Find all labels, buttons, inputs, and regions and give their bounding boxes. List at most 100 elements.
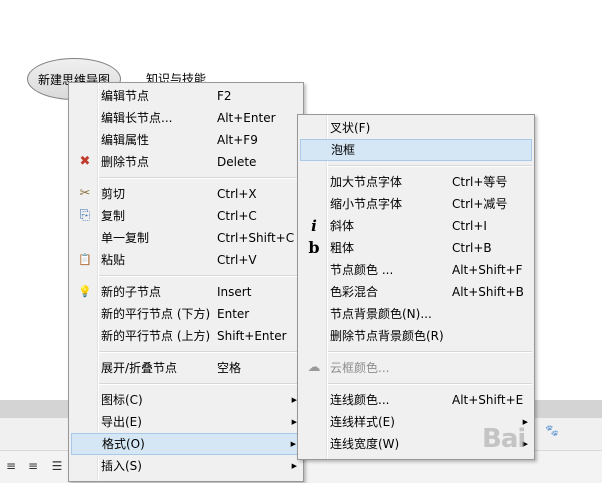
submenu-bold[interactable]: b 粗体 Ctrl+B	[300, 237, 532, 259]
menu-item-shortcut: Ctrl+V	[217, 253, 257, 267]
menu-separator	[99, 275, 301, 277]
menu-item-label: 编辑节点	[101, 89, 150, 103]
menu-item-label: 导出(E)	[101, 415, 142, 429]
menu-edit-attributes[interactable]: 编辑属性 Alt+F9	[71, 129, 301, 151]
menu-item-label: 斜体	[330, 219, 355, 233]
menu-item-shortcut: Ctrl+Shift+C	[217, 231, 295, 245]
menu-edit-long-node[interactable]: 编辑长节点... Alt+Enter	[71, 107, 301, 129]
menu-item-label: 连线颜色...	[330, 393, 390, 407]
menu-toggle-fold[interactable]: 展开/折叠节点 空格	[71, 357, 301, 379]
menu-item-label: 复制	[101, 209, 126, 223]
copy-icon: ⎘	[79, 208, 91, 223]
menu-item-label: 泡框	[331, 143, 356, 157]
menu-separator	[328, 383, 532, 385]
submenu-node-color[interactable]: 节点颜色 ... Alt+Shift+F	[300, 259, 532, 281]
submenu-fork-style[interactable]: 叉状(F)	[300, 117, 532, 139]
menu-item-label: 粘贴	[101, 253, 126, 267]
menu-item-label: 缩小节点字体	[330, 197, 403, 211]
italic-icon: i	[311, 217, 317, 235]
menu-item-label: 新的平行节点 (上方)	[101, 329, 211, 343]
menu-item-label: 加大节点字体	[330, 175, 403, 189]
menu-separator	[99, 177, 301, 179]
submenu-arrow-icon: ▶	[290, 440, 296, 448]
menu-separator	[99, 351, 301, 353]
submenu-italic[interactable]: i 斜体 Ctrl+I	[300, 215, 532, 237]
menu-item-label: 粗体	[330, 241, 355, 255]
menu-paste[interactable]: 📋 粘贴 Ctrl+V	[71, 249, 301, 271]
menu-separator	[99, 383, 301, 385]
menu-item-label: 云框颜色...	[330, 361, 390, 375]
submenu-cloud-color: ☁ 云框颜色...	[300, 357, 532, 379]
menu-item-shortcut: Enter	[217, 307, 250, 321]
menu-item-label: 剪切	[101, 187, 126, 201]
menu-edit-node[interactable]: 编辑节点 F2	[71, 85, 301, 107]
menu-format-submenu[interactable]: 格式(O) ▶	[71, 433, 301, 455]
menu-icons-submenu[interactable]: 图标(C) ▶	[71, 389, 301, 411]
align-left-icon[interactable]: ≡	[4, 459, 18, 473]
menu-item-label: 连线样式(E)	[330, 415, 395, 429]
menu-item-shortcut: Alt+Enter	[217, 111, 276, 125]
menu-item-label: 编辑属性	[101, 133, 150, 147]
submenu-remove-node-bg-color[interactable]: 删除节点背景颜色(R)	[300, 325, 532, 347]
cloud-icon: ☁	[307, 360, 321, 375]
menu-item-shortcut: Alt+Shift+B	[452, 285, 524, 299]
menu-item-shortcut: Ctrl+减号	[452, 197, 508, 211]
submenu-bubble-style[interactable]: 泡框	[300, 139, 532, 161]
submenu-increase-font[interactable]: 加大节点字体 Ctrl+等号	[300, 171, 532, 193]
menu-item-label: 删除节点背景颜色(R)	[330, 329, 444, 343]
menu-item-shortcut: Alt+F9	[217, 133, 258, 147]
menu-new-sibling-above[interactable]: 新的平行节点 (上方) Shift+Enter	[71, 325, 301, 347]
menu-item-shortcut: Shift+Enter	[217, 329, 287, 343]
menu-item-label: 新的平行节点 (下方)	[101, 307, 211, 321]
menu-item-label: 删除节点	[101, 155, 150, 169]
menu-item-label: 格式(O)	[102, 437, 145, 451]
menu-copy[interactable]: ⎘ 复制 Ctrl+C	[71, 205, 301, 227]
menu-separator	[328, 351, 532, 353]
bold-icon: b	[308, 238, 320, 257]
context-menu: 编辑节点 F2 编辑长节点... Alt+Enter 编辑属性 Alt+F9 ✖…	[68, 82, 304, 482]
menu-item-shortcut: F2	[217, 89, 232, 103]
delete-icon: ✖	[79, 154, 91, 169]
menu-item-label: 色彩混合	[330, 285, 379, 299]
menu-item-label: 节点颜色 ...	[330, 263, 394, 277]
menu-item-shortcut: Ctrl+B	[452, 241, 492, 255]
menu-item-label: 编辑长节点...	[101, 111, 173, 125]
menu-single-copy[interactable]: 单一复制 Ctrl+Shift+C	[71, 227, 301, 249]
watermark-paw-icon: 🐾	[545, 424, 559, 437]
menu-item-shortcut: Ctrl+C	[217, 209, 257, 223]
menu-item-label: 图标(C)	[101, 393, 143, 407]
menu-item-shortcut: Ctrl+等号	[452, 175, 508, 189]
menu-separator	[328, 165, 532, 167]
scissors-icon: ✂	[79, 186, 91, 201]
submenu-node-bg-color[interactable]: 节点背景颜色(N)...	[300, 303, 532, 325]
paste-icon: 📋	[78, 253, 92, 266]
format-submenu: 叉状(F) 泡框 加大节点字体 Ctrl+等号 缩小节点字体 Ctrl+减号 i…	[297, 114, 535, 460]
list-icon[interactable]: ☰	[50, 459, 64, 473]
menu-item-shortcut: 空格	[217, 361, 242, 375]
menu-item-label: 新的子节点	[101, 285, 162, 299]
menu-item-label: 单一复制	[101, 231, 150, 245]
menu-cut[interactable]: ✂ 剪切 Ctrl+X	[71, 183, 301, 205]
menu-item-shortcut: Insert	[217, 285, 252, 299]
menu-item-shortcut: Alt+Shift+E	[452, 393, 524, 407]
menu-new-child-node[interactable]: 💡 新的子节点 Insert	[71, 281, 301, 303]
menu-export-submenu[interactable]: 导出(E) ▶	[71, 411, 301, 433]
submenu-color-blend[interactable]: 色彩混合 Alt+Shift+B	[300, 281, 532, 303]
menu-item-shortcut: Ctrl+I	[452, 219, 487, 233]
menu-item-label: 展开/折叠节点	[101, 361, 178, 375]
menu-item-label: 叉状(F)	[330, 121, 371, 135]
menu-new-sibling-below[interactable]: 新的平行节点 (下方) Enter	[71, 303, 301, 325]
menu-delete-node[interactable]: ✖ 删除节点 Delete	[71, 151, 301, 173]
menu-item-label: 节点背景颜色(N)...	[330, 307, 432, 321]
submenu-edge-color[interactable]: 连线颜色... Alt+Shift+E	[300, 389, 532, 411]
menu-item-shortcut: Alt+Shift+F	[452, 263, 523, 277]
menu-insert-submenu[interactable]: 插入(S) ▶	[71, 455, 301, 477]
submenu-decrease-font[interactable]: 缩小节点字体 Ctrl+减号	[300, 193, 532, 215]
lightbulb-icon: 💡	[78, 285, 92, 298]
watermark-logo: Bai	[482, 424, 526, 454]
align-right-icon[interactable]: ≡	[26, 459, 40, 473]
menu-item-label: 插入(S)	[101, 459, 142, 473]
menu-item-shortcut: Delete	[217, 155, 257, 169]
menu-item-shortcut: Ctrl+X	[217, 187, 257, 201]
menu-item-label: 连线宽度(W)	[330, 437, 400, 451]
